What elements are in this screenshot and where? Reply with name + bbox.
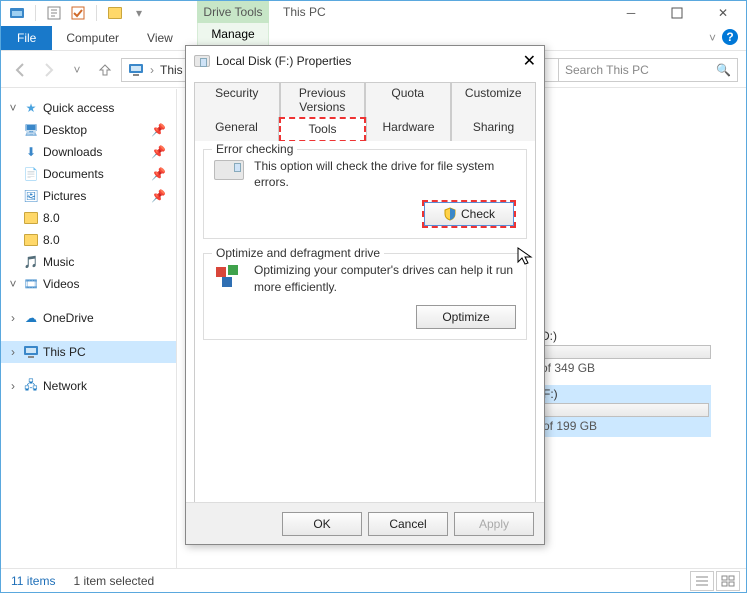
search-placeholder: Search This PC bbox=[565, 63, 649, 77]
nav-music[interactable]: 🎵Music bbox=[1, 251, 176, 273]
nav-forward-button[interactable] bbox=[37, 58, 61, 82]
contextual-group-label: Drive Tools bbox=[197, 1, 269, 23]
nav-pictures[interactable]: 🖼Pictures📌 bbox=[1, 185, 176, 207]
tab-sharing[interactable]: Sharing bbox=[451, 117, 536, 141]
qat-newfolder-icon[interactable] bbox=[105, 3, 125, 23]
status-bar: 11 items 1 item selected bbox=[1, 568, 746, 592]
downloads-icon: ⬇ bbox=[23, 144, 39, 160]
minimize-button[interactable]: ─ bbox=[608, 1, 654, 25]
videos-icon: 🎞 bbox=[23, 276, 39, 292]
nav-documents[interactable]: 📄Documents📌 bbox=[1, 163, 176, 185]
tab-security[interactable]: Security bbox=[194, 82, 280, 117]
nav-quick-access[interactable]: ˅ ★ Quick access bbox=[1, 97, 176, 119]
ribbon-collapse-icon[interactable]: ˅ bbox=[709, 31, 716, 45]
nav-onedrive[interactable]: ›☁OneDrive bbox=[1, 307, 176, 329]
nav-folder-8-0-b[interactable]: 8.0 bbox=[1, 229, 176, 251]
ok-button[interactable]: OK bbox=[282, 512, 362, 536]
help-button[interactable]: ? bbox=[722, 29, 738, 45]
tab-previous-versions[interactable]: Previous Versions bbox=[280, 82, 366, 117]
pictures-icon: 🖼 bbox=[23, 188, 39, 204]
qat-dropdown-icon[interactable]: ▾ bbox=[129, 3, 149, 23]
dialog-close-button[interactable]: ✕ bbox=[523, 51, 536, 71]
drive-icon bbox=[194, 53, 210, 69]
nav-back-button[interactable] bbox=[9, 58, 33, 82]
nav-recent-icon[interactable]: ˅ bbox=[65, 58, 89, 82]
window-title: This PC bbox=[283, 5, 326, 19]
close-button[interactable]: ✕ bbox=[700, 1, 746, 25]
chevron-right-icon: › bbox=[150, 63, 154, 77]
navigation-pane: ˅ ★ Quick access 🖥Desktop📌 ⬇Downloads📌 📄… bbox=[1, 89, 177, 568]
qat-checkbox-icon[interactable] bbox=[68, 3, 88, 23]
desktop-icon: 🖥 bbox=[23, 122, 39, 138]
nav-network[interactable]: ›🖧Network bbox=[1, 375, 176, 397]
error-checking-group: Error checking This option will check th… bbox=[203, 149, 527, 239]
drive-d-fragment: D:) of 349 GB bbox=[541, 329, 711, 375]
properties-dialog: Local Disk (F:) Properties ✕ Security Pr… bbox=[185, 45, 545, 545]
music-icon: 🎵 bbox=[23, 254, 39, 270]
optimize-legend: Optimize and defragment drive bbox=[212, 246, 384, 260]
nav-downloads[interactable]: ⬇Downloads📌 bbox=[1, 141, 176, 163]
network-icon: 🖧 bbox=[23, 378, 39, 394]
pin-icon: 📌 bbox=[151, 145, 166, 159]
pin-icon: 📌 bbox=[151, 123, 166, 137]
tab-view[interactable]: View bbox=[133, 27, 187, 50]
drive-f-fragment[interactable]: F:) of 199 GB bbox=[541, 385, 711, 437]
pc-icon bbox=[128, 62, 144, 78]
pin-icon: 📌 bbox=[151, 189, 166, 203]
search-icon: 🔍 bbox=[716, 63, 731, 77]
documents-icon: 📄 bbox=[23, 166, 39, 182]
check-button-highlight: Check bbox=[422, 200, 516, 228]
cancel-button[interactable]: Cancel bbox=[368, 512, 448, 536]
view-large-icons-button[interactable] bbox=[716, 571, 740, 591]
nav-videos[interactable]: ˅🎞Videos bbox=[1, 273, 176, 295]
maximize-button[interactable] bbox=[654, 1, 700, 25]
nav-this-pc[interactable]: ›This PC bbox=[1, 341, 176, 363]
tab-customize[interactable]: Customize bbox=[451, 82, 537, 117]
chevron-down-icon: ˅ bbox=[7, 101, 19, 115]
optimize-text: Optimizing your computer's drives can he… bbox=[254, 262, 516, 294]
tab-quota[interactable]: Quota bbox=[365, 82, 451, 117]
status-selection: 1 item selected bbox=[73, 574, 154, 588]
uac-shield-icon bbox=[443, 207, 457, 221]
status-item-count: 11 items bbox=[11, 574, 55, 588]
qat-properties-icon[interactable] bbox=[44, 3, 64, 23]
error-checking-text: This option will check the drive for fil… bbox=[254, 158, 516, 190]
drive-icon bbox=[214, 158, 244, 182]
view-details-button[interactable] bbox=[690, 571, 714, 591]
folder-icon bbox=[23, 210, 39, 226]
star-icon: ★ bbox=[23, 100, 39, 116]
titlebar: ▾ ─ ✕ bbox=[1, 1, 746, 25]
optimize-button[interactable]: Optimize bbox=[416, 305, 516, 329]
onedrive-icon: ☁ bbox=[23, 310, 39, 326]
search-box[interactable]: Search This PC 🔍 bbox=[558, 58, 738, 82]
dialog-titlebar[interactable]: Local Disk (F:) Properties ✕ bbox=[186, 46, 544, 76]
apply-button[interactable]: Apply bbox=[454, 512, 534, 536]
folder-icon bbox=[23, 232, 39, 248]
app-icon bbox=[7, 3, 27, 23]
nav-folder-8-0-a[interactable]: 8.0 bbox=[1, 207, 176, 229]
tab-manage[interactable]: Manage bbox=[197, 23, 269, 47]
error-checking-legend: Error checking bbox=[212, 142, 297, 156]
tab-tools[interactable]: Tools bbox=[279, 117, 366, 141]
tab-hardware[interactable]: Hardware bbox=[366, 117, 451, 141]
tab-general[interactable]: General bbox=[194, 117, 279, 141]
check-button[interactable]: Check bbox=[424, 202, 514, 226]
nav-up-button[interactable] bbox=[93, 58, 117, 82]
tab-computer[interactable]: Computer bbox=[52, 27, 133, 50]
nav-desktop[interactable]: 🖥Desktop📌 bbox=[1, 119, 176, 141]
dialog-title: Local Disk (F:) Properties bbox=[216, 54, 351, 68]
optimize-group: Optimize and defragment drive Optimizing… bbox=[203, 253, 527, 339]
defrag-icon bbox=[214, 262, 244, 290]
pin-icon: 📌 bbox=[151, 167, 166, 181]
pc-icon bbox=[23, 344, 39, 360]
tab-file[interactable]: File bbox=[1, 26, 52, 50]
